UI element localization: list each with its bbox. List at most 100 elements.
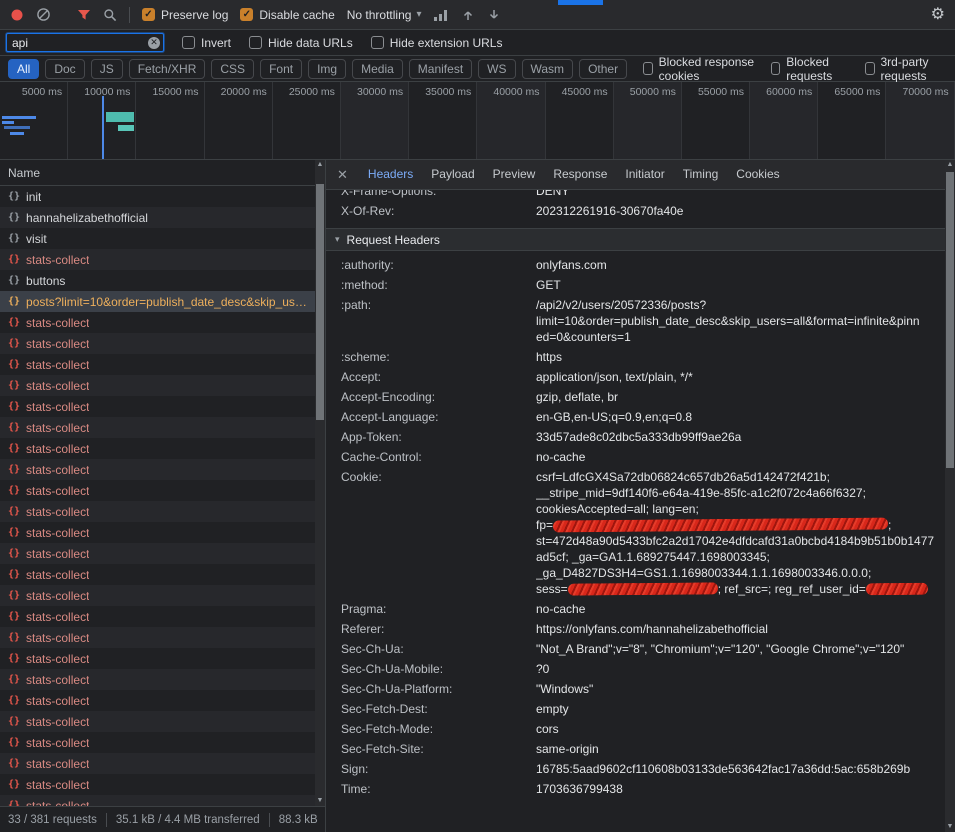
request-row[interactable]: {}stats-collect bbox=[0, 417, 315, 438]
export-har-button[interactable] bbox=[487, 8, 501, 22]
scroll-down-icon[interactable]: ▼ bbox=[315, 796, 325, 806]
header-value-text: fp= bbox=[536, 518, 553, 532]
throttling-select[interactable]: No throttling ▾ bbox=[347, 8, 422, 22]
request-row[interactable]: {}hannahelizabethofficial bbox=[0, 207, 315, 228]
filter-input[interactable] bbox=[6, 33, 164, 52]
request-row[interactable]: {}stats-collect bbox=[0, 627, 315, 648]
clear-filter-icon[interactable]: ✕ bbox=[148, 37, 160, 49]
tab-response[interactable]: Response bbox=[544, 160, 616, 189]
type-filter-font[interactable]: Font bbox=[260, 59, 302, 79]
network-overview-timeline[interactable]: 5000 ms10000 ms15000 ms20000 ms25000 ms3… bbox=[0, 82, 955, 160]
request-row[interactable]: {}stats-collect bbox=[0, 375, 315, 396]
request-name: stats-collect bbox=[26, 631, 89, 645]
search-button[interactable] bbox=[103, 8, 117, 22]
disable-cache-checkbox[interactable]: ✓ Disable cache bbox=[240, 8, 334, 22]
request-name: stats-collect bbox=[26, 736, 89, 750]
scroll-down-icon[interactable]: ▼ bbox=[945, 822, 955, 832]
request-row[interactable]: {}stats-collect bbox=[0, 438, 315, 459]
request-row[interactable]: {}stats-collect bbox=[0, 459, 315, 480]
details-scrollbar[interactable]: ▲ ▼ bbox=[945, 160, 955, 832]
request-row[interactable]: {}stats-collect bbox=[0, 312, 315, 333]
json-braces-icon: {} bbox=[8, 506, 20, 517]
json-braces-icon: {} bbox=[8, 590, 20, 601]
type-filter-manifest[interactable]: Manifest bbox=[409, 59, 472, 79]
request-row[interactable]: {}buttons bbox=[0, 270, 315, 291]
headers-top-rows: X-Frame-Options:DENYX-Of-Rev:20231226191… bbox=[326, 190, 945, 221]
close-icon[interactable]: ✕ bbox=[326, 167, 359, 183]
header-row: Pragma:no-cache bbox=[326, 599, 945, 619]
preserve-log-checkbox[interactable]: ✓ Preserve log bbox=[142, 8, 228, 22]
type-filter-wasm[interactable]: Wasm bbox=[522, 59, 574, 79]
tab-cookies[interactable]: Cookies bbox=[727, 160, 788, 189]
import-har-button[interactable] bbox=[461, 8, 475, 22]
tab-timing[interactable]: Timing bbox=[674, 160, 728, 189]
request-row[interactable]: {}init bbox=[0, 186, 315, 207]
request-row[interactable]: {}stats-collect bbox=[0, 795, 315, 806]
overview-column: 55000 ms bbox=[682, 82, 750, 159]
invert-checkbox[interactable]: Invert bbox=[182, 36, 231, 50]
scroll-up-icon[interactable]: ▲ bbox=[945, 160, 955, 170]
request-row[interactable]: {}stats-collect bbox=[0, 690, 315, 711]
header-value-text: 202312261916-30670fa40e bbox=[536, 204, 683, 218]
tab-initiator[interactable]: Initiator bbox=[616, 160, 673, 189]
disable-cache-label: Disable cache bbox=[259, 8, 334, 22]
network-conditions-button[interactable] bbox=[433, 8, 449, 22]
tab-preview[interactable]: Preview bbox=[484, 160, 545, 189]
request-headers-section[interactable]: ▾ Request Headers bbox=[326, 228, 945, 251]
scroll-up-icon[interactable]: ▲ bbox=[315, 160, 325, 170]
hide-data-urls-checkbox[interactable]: Hide data URLs bbox=[249, 36, 353, 50]
request-list-scrollbar[interactable]: ▲ ▼ bbox=[315, 160, 325, 806]
request-row[interactable]: {}stats-collect bbox=[0, 753, 315, 774]
request-row[interactable]: {}stats-collect bbox=[0, 669, 315, 690]
request-row[interactable]: {}posts?limit=10&order=publish_date_desc… bbox=[0, 291, 315, 312]
request-row[interactable]: {}stats-collect bbox=[0, 774, 315, 795]
record-button[interactable] bbox=[10, 8, 24, 22]
scrollbar-thumb[interactable] bbox=[316, 184, 324, 420]
name-column-header[interactable]: Name bbox=[0, 160, 315, 186]
type-filter-all[interactable]: All bbox=[8, 59, 39, 79]
blocked-requests-checkbox[interactable]: Blocked requests bbox=[771, 55, 849, 83]
request-row[interactable]: {}stats-collect bbox=[0, 585, 315, 606]
third-party-requests-checkbox[interactable]: 3rd-party requests bbox=[865, 55, 947, 83]
header-value-line: no-cache bbox=[536, 449, 937, 465]
filter-button[interactable] bbox=[77, 8, 91, 22]
tab-headers[interactable]: Headers bbox=[359, 160, 422, 189]
type-filter-css[interactable]: CSS bbox=[211, 59, 254, 79]
scrollbar-thumb[interactable] bbox=[946, 172, 954, 468]
request-row[interactable]: {}stats-collect bbox=[0, 606, 315, 627]
request-row[interactable]: {}stats-collect bbox=[0, 249, 315, 270]
request-row[interactable]: {}stats-collect bbox=[0, 543, 315, 564]
overview-selection-line bbox=[102, 96, 104, 160]
overview-tick-label: 10000 ms bbox=[84, 86, 130, 98]
request-row[interactable]: {}stats-collect bbox=[0, 480, 315, 501]
type-filter-ws[interactable]: WS bbox=[478, 59, 515, 79]
request-row[interactable]: {}stats-collect bbox=[0, 711, 315, 732]
type-filter-img[interactable]: Img bbox=[308, 59, 346, 79]
settings-gear-icon[interactable]: ⚙ bbox=[931, 7, 945, 23]
type-filter-media[interactable]: Media bbox=[352, 59, 403, 79]
request-row[interactable]: {}stats-collect bbox=[0, 354, 315, 375]
type-filter-fetch-xhr[interactable]: Fetch/XHR bbox=[129, 59, 206, 79]
request-row[interactable]: {}stats-collect bbox=[0, 522, 315, 543]
request-row[interactable]: {}stats-collect bbox=[0, 333, 315, 354]
tab-payload[interactable]: Payload bbox=[422, 160, 483, 189]
request-row[interactable]: {}visit bbox=[0, 228, 315, 249]
type-filter-js[interactable]: JS bbox=[91, 59, 123, 79]
request-row[interactable]: {}stats-collect bbox=[0, 564, 315, 585]
request-row[interactable]: {}stats-collect bbox=[0, 732, 315, 753]
status-bar: 33 / 381 requests35.1 kB / 4.4 MB transf… bbox=[0, 806, 325, 832]
header-value-text: ; bbox=[888, 518, 891, 532]
hide-extension-urls-checkbox[interactable]: Hide extension URLs bbox=[371, 36, 503, 50]
header-name: Sign: bbox=[341, 761, 536, 777]
request-row[interactable]: {}stats-collect bbox=[0, 396, 315, 417]
type-filter-doc[interactable]: Doc bbox=[45, 59, 84, 79]
clear-network-log-button[interactable] bbox=[36, 7, 51, 22]
header-value-line: no-cache bbox=[536, 601, 937, 617]
request-name: hannahelizabethofficial bbox=[26, 211, 148, 225]
network-filter-bar: ✕ Invert Hide data URLs Hide extension U… bbox=[0, 30, 955, 56]
request-row[interactable]: {}stats-collect bbox=[0, 501, 315, 522]
type-filter-other[interactable]: Other bbox=[579, 59, 627, 79]
request-row[interactable]: {}stats-collect bbox=[0, 648, 315, 669]
blocked-response-cookies-checkbox[interactable]: Blocked response cookies bbox=[643, 55, 755, 83]
toolbar-divider bbox=[129, 7, 130, 23]
